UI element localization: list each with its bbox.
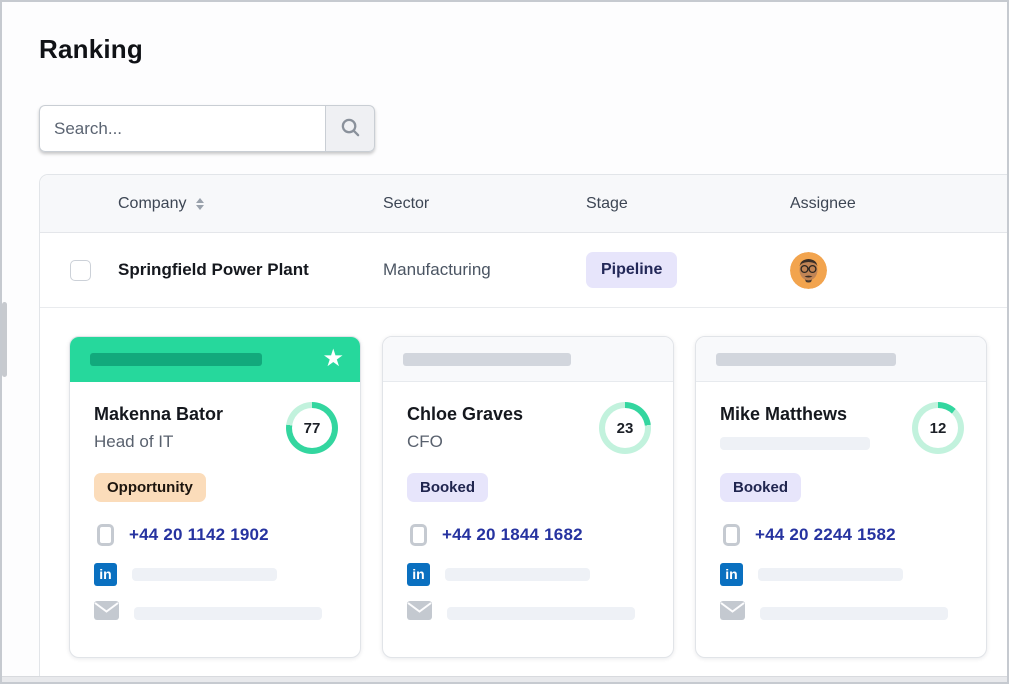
linkedin-icon[interactable]: in: [407, 563, 430, 586]
person-name: Makenna Bator: [94, 404, 223, 425]
linkedin-skeleton-bar: [758, 568, 903, 581]
status-badge: Opportunity: [94, 473, 206, 502]
card-header: ★: [70, 337, 360, 382]
search-input[interactable]: [39, 105, 325, 152]
column-label-company: Company: [118, 195, 186, 213]
search-button[interactable]: [325, 105, 375, 152]
row-checkbox-cell: [40, 260, 118, 281]
linkedin-skeleton-bar: [132, 568, 277, 581]
status-badge: Booked: [720, 473, 801, 502]
search-icon: [340, 117, 361, 141]
person-name: Mike Matthews: [720, 404, 870, 425]
table-row[interactable]: Springfield Power Plant Manufacturing Pi…: [40, 233, 1008, 308]
contact-card: Mike Matthews 12 Booked +44 20 224: [695, 336, 987, 658]
page-title: Ranking: [39, 34, 143, 65]
star-icon[interactable]: ★: [322, 347, 344, 371]
assignee-avatar: [790, 252, 827, 289]
company-cell: Springfield Power Plant: [118, 260, 383, 280]
phone-icon: [410, 524, 427, 546]
column-header-sector: Sector: [383, 195, 586, 213]
contact-card: ★ Makenna Bator Head of IT 77 Opportunit…: [69, 336, 361, 658]
email-icon: [94, 601, 119, 625]
email-icon: [407, 601, 432, 625]
column-header-assignee: Assignee: [790, 195, 1008, 213]
stage-cell: Pipeline: [586, 252, 790, 288]
sector-cell: Manufacturing: [383, 260, 586, 280]
company-name: Springfield Power Plant: [118, 260, 309, 280]
phone-number[interactable]: +44 20 1142 1902: [129, 525, 269, 545]
person-title: CFO: [407, 432, 523, 452]
column-header-company[interactable]: Company: [118, 195, 383, 213]
contact-card: Chloe Graves CFO 23 Booked +44 20 1: [382, 336, 674, 658]
phone-icon: [723, 524, 740, 546]
score-ring: 12: [912, 402, 964, 454]
email-skeleton-bar: [447, 607, 635, 620]
contact-cards: ★ Makenna Bator Head of IT 77 Opportunit…: [40, 308, 1008, 658]
header-skeleton-bar: [716, 353, 896, 366]
search-bar: [39, 105, 375, 152]
card-header: [696, 337, 986, 382]
email-icon: [720, 601, 745, 625]
sort-icon[interactable]: [196, 198, 204, 210]
score-value: 23: [605, 408, 645, 448]
row-checkbox[interactable]: [70, 260, 91, 281]
phone-number[interactable]: +44 20 2244 1582: [755, 525, 896, 545]
phone-icon: [97, 524, 114, 546]
person-title: Head of IT: [94, 432, 223, 452]
ranking-table: Company Sector Stage Assignee Springfiel…: [39, 174, 1008, 680]
bottom-bar: [2, 676, 1007, 682]
sector-value: Manufacturing: [383, 260, 491, 279]
email-skeleton-bar: [760, 607, 948, 620]
stage-badge: Pipeline: [586, 252, 677, 288]
card-header: [383, 337, 673, 382]
linkedin-icon[interactable]: in: [94, 563, 117, 586]
score-value: 12: [918, 408, 958, 448]
header-skeleton-bar: [403, 353, 571, 366]
phone-number[interactable]: +44 20 1844 1682: [442, 525, 583, 545]
linkedin-skeleton-bar: [445, 568, 590, 581]
score-ring: 23: [599, 402, 651, 454]
person-name: Chloe Graves: [407, 404, 523, 425]
linkedin-icon[interactable]: in: [720, 563, 743, 586]
column-header-stage: Stage: [586, 195, 790, 213]
score-ring: 77: [286, 402, 338, 454]
left-scrollbar-thumb[interactable]: [2, 302, 7, 377]
email-skeleton-bar: [134, 607, 322, 620]
score-value: 77: [292, 408, 332, 448]
status-badge: Booked: [407, 473, 488, 502]
header-skeleton-bar: [90, 353, 262, 366]
page-root: Ranking Company Sector Stage Assignee: [0, 0, 1009, 684]
table-header-row: Company Sector Stage Assignee: [40, 175, 1008, 233]
assignee-cell: [790, 252, 1008, 289]
title-skeleton-bar: [720, 437, 870, 450]
